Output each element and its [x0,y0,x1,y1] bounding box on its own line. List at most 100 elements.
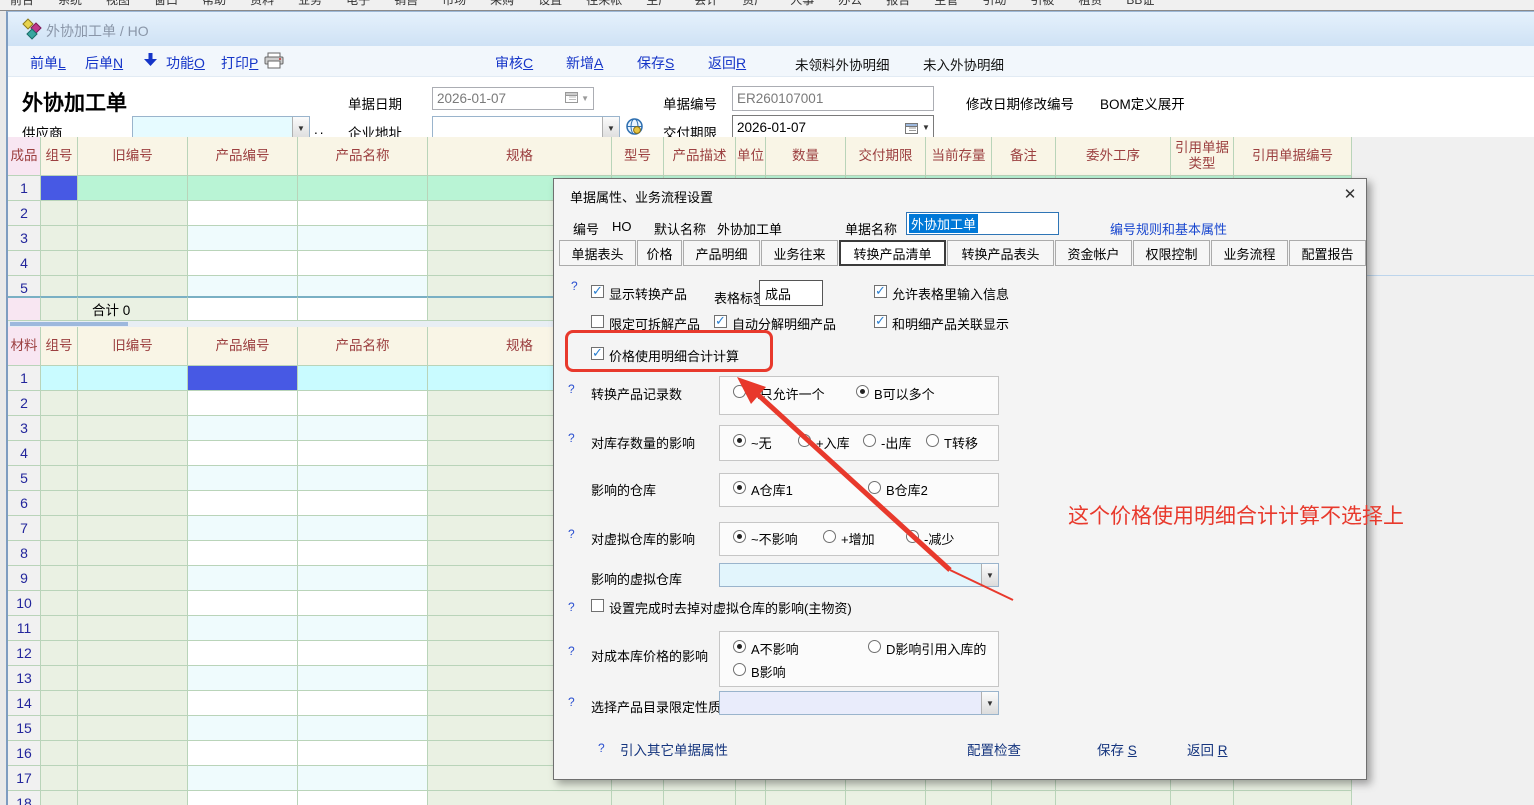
grid-cell[interactable] [78,391,188,416]
grid-cell[interactable] [78,691,188,716]
help-icon[interactable]: ? [568,695,575,709]
checkbox-显示转换产品[interactable]: 显示转换产品 [591,284,687,303]
row-number[interactable]: 17 [8,766,41,791]
grid-cell[interactable] [298,566,428,591]
grid-cell[interactable] [78,466,188,491]
help-icon[interactable]: ? [568,527,575,541]
grid-cell[interactable] [41,491,78,516]
radio-button[interactable] [733,434,746,447]
grid-cell[interactable] [41,391,78,416]
radio-+入库[interactable]: +入库 [798,433,850,452]
grid-cell[interactable] [188,201,298,226]
radio-B影响[interactable]: B影响 [733,662,786,681]
tab-权限控制[interactable]: 权限控制 [1133,240,1210,266]
grid-cell[interactable] [188,566,298,591]
checkbox-box[interactable] [874,315,887,328]
grid-cell[interactable] [188,516,298,541]
grid-cell[interactable] [78,766,188,791]
grid-cell[interactable] [736,791,766,805]
row-number[interactable]: 3 [8,226,41,251]
grid-cell[interactable] [992,791,1056,805]
grid-cell[interactable] [298,741,428,766]
tab-业务往来[interactable]: 业务往来 [761,240,838,266]
checkbox-box[interactable] [591,599,604,612]
grid-cell[interactable] [41,226,78,251]
row-number[interactable]: 14 [8,691,41,716]
virtual-warehouse-combobox[interactable]: ▼ [719,563,999,587]
grid-cell[interactable] [298,201,428,226]
grid-cell[interactable] [188,276,298,296]
row-number[interactable]: 12 [8,641,41,666]
row-number[interactable]: 4 [8,251,41,276]
radio-button[interactable] [906,530,919,543]
grid-cell[interactable] [188,491,298,516]
grid-cell[interactable] [41,716,78,741]
row-number[interactable]: 18 [8,791,41,805]
grid-cell[interactable] [298,251,428,276]
radio-button[interactable] [733,640,746,653]
help-icon[interactable]: ? [571,279,578,293]
grid-cell[interactable] [78,366,188,391]
back-button[interactable]: 返回 R [1187,739,1228,759]
grid-cell[interactable] [41,366,78,391]
grid-cell[interactable] [188,176,298,201]
grid-cell[interactable] [41,766,78,791]
grid-cell[interactable] [188,366,298,391]
grid-cell[interactable] [78,276,188,296]
grid-cell[interactable] [78,666,188,691]
grid-cell[interactable] [188,541,298,566]
row-number[interactable]: 10 [8,591,41,616]
row-number[interactable]: 7 [8,516,41,541]
numbering-rules-link[interactable]: 编号规则和基本属性 [1110,219,1227,238]
h-scrollbar-thumb[interactable] [10,322,128,326]
checkbox-和明细产品关联显示[interactable]: 和明细产品关联显示 [874,314,1009,333]
row-number[interactable]: 1 [8,366,41,391]
radio-button[interactable] [733,385,746,398]
grid-cell[interactable] [41,416,78,441]
grid-cell[interactable] [612,791,664,805]
radio--出库[interactable]: -出库 [863,433,911,452]
grid-cell[interactable] [78,516,188,541]
grid-cell[interactable] [188,226,298,251]
checkbox-box[interactable] [714,315,727,328]
grid-cell[interactable] [41,516,78,541]
row-number[interactable]: 9 [8,566,41,591]
grid-cell[interactable] [41,541,78,566]
radio-T转移[interactable]: T转移 [926,433,978,452]
radio-button[interactable] [733,481,746,494]
grid-cell[interactable] [188,666,298,691]
grid-cell[interactable] [298,591,428,616]
radio-button[interactable] [856,385,869,398]
row-number[interactable]: 5 [8,466,41,491]
grid-cell[interactable] [188,251,298,276]
grid-cell[interactable] [188,766,298,791]
grid-cell[interactable] [188,591,298,616]
grid-cell[interactable] [41,441,78,466]
grid-cell[interactable] [1171,791,1234,805]
grid-cell[interactable] [926,791,992,805]
grid-cell[interactable] [298,616,428,641]
grid-cell[interactable] [188,641,298,666]
radio-~不影响[interactable]: ~不影响 [733,529,798,548]
checkbox-允许表格里输入信息[interactable]: 允许表格里输入信息 [874,284,1009,303]
radio-button[interactable] [868,640,881,653]
grid-cell[interactable] [78,176,188,201]
grid-cell[interactable] [78,441,188,466]
radio-button[interactable] [733,530,746,543]
grid-cell[interactable] [1056,791,1171,805]
grid-cell[interactable] [78,741,188,766]
row-number[interactable]: 2 [8,201,41,226]
row-number[interactable]: 15 [8,716,41,741]
grid-cell[interactable] [78,491,188,516]
grid-cell[interactable] [298,516,428,541]
grid-cell[interactable] [298,226,428,251]
grid-cell[interactable] [298,541,428,566]
tab-单据表头[interactable]: 单据表头 [559,240,636,266]
grid-cell[interactable] [41,616,78,641]
grid-cell[interactable] [664,791,736,805]
grid-cell[interactable] [78,591,188,616]
help-icon[interactable]: ? [568,382,575,396]
checkbox-设置完成时去掉对虚拟仓库的影响(主物资)[interactable]: 设置完成时去掉对虚拟仓库的影响(主物资) [591,598,852,617]
grid-cell[interactable] [41,791,78,805]
radio-button[interactable] [863,434,876,447]
